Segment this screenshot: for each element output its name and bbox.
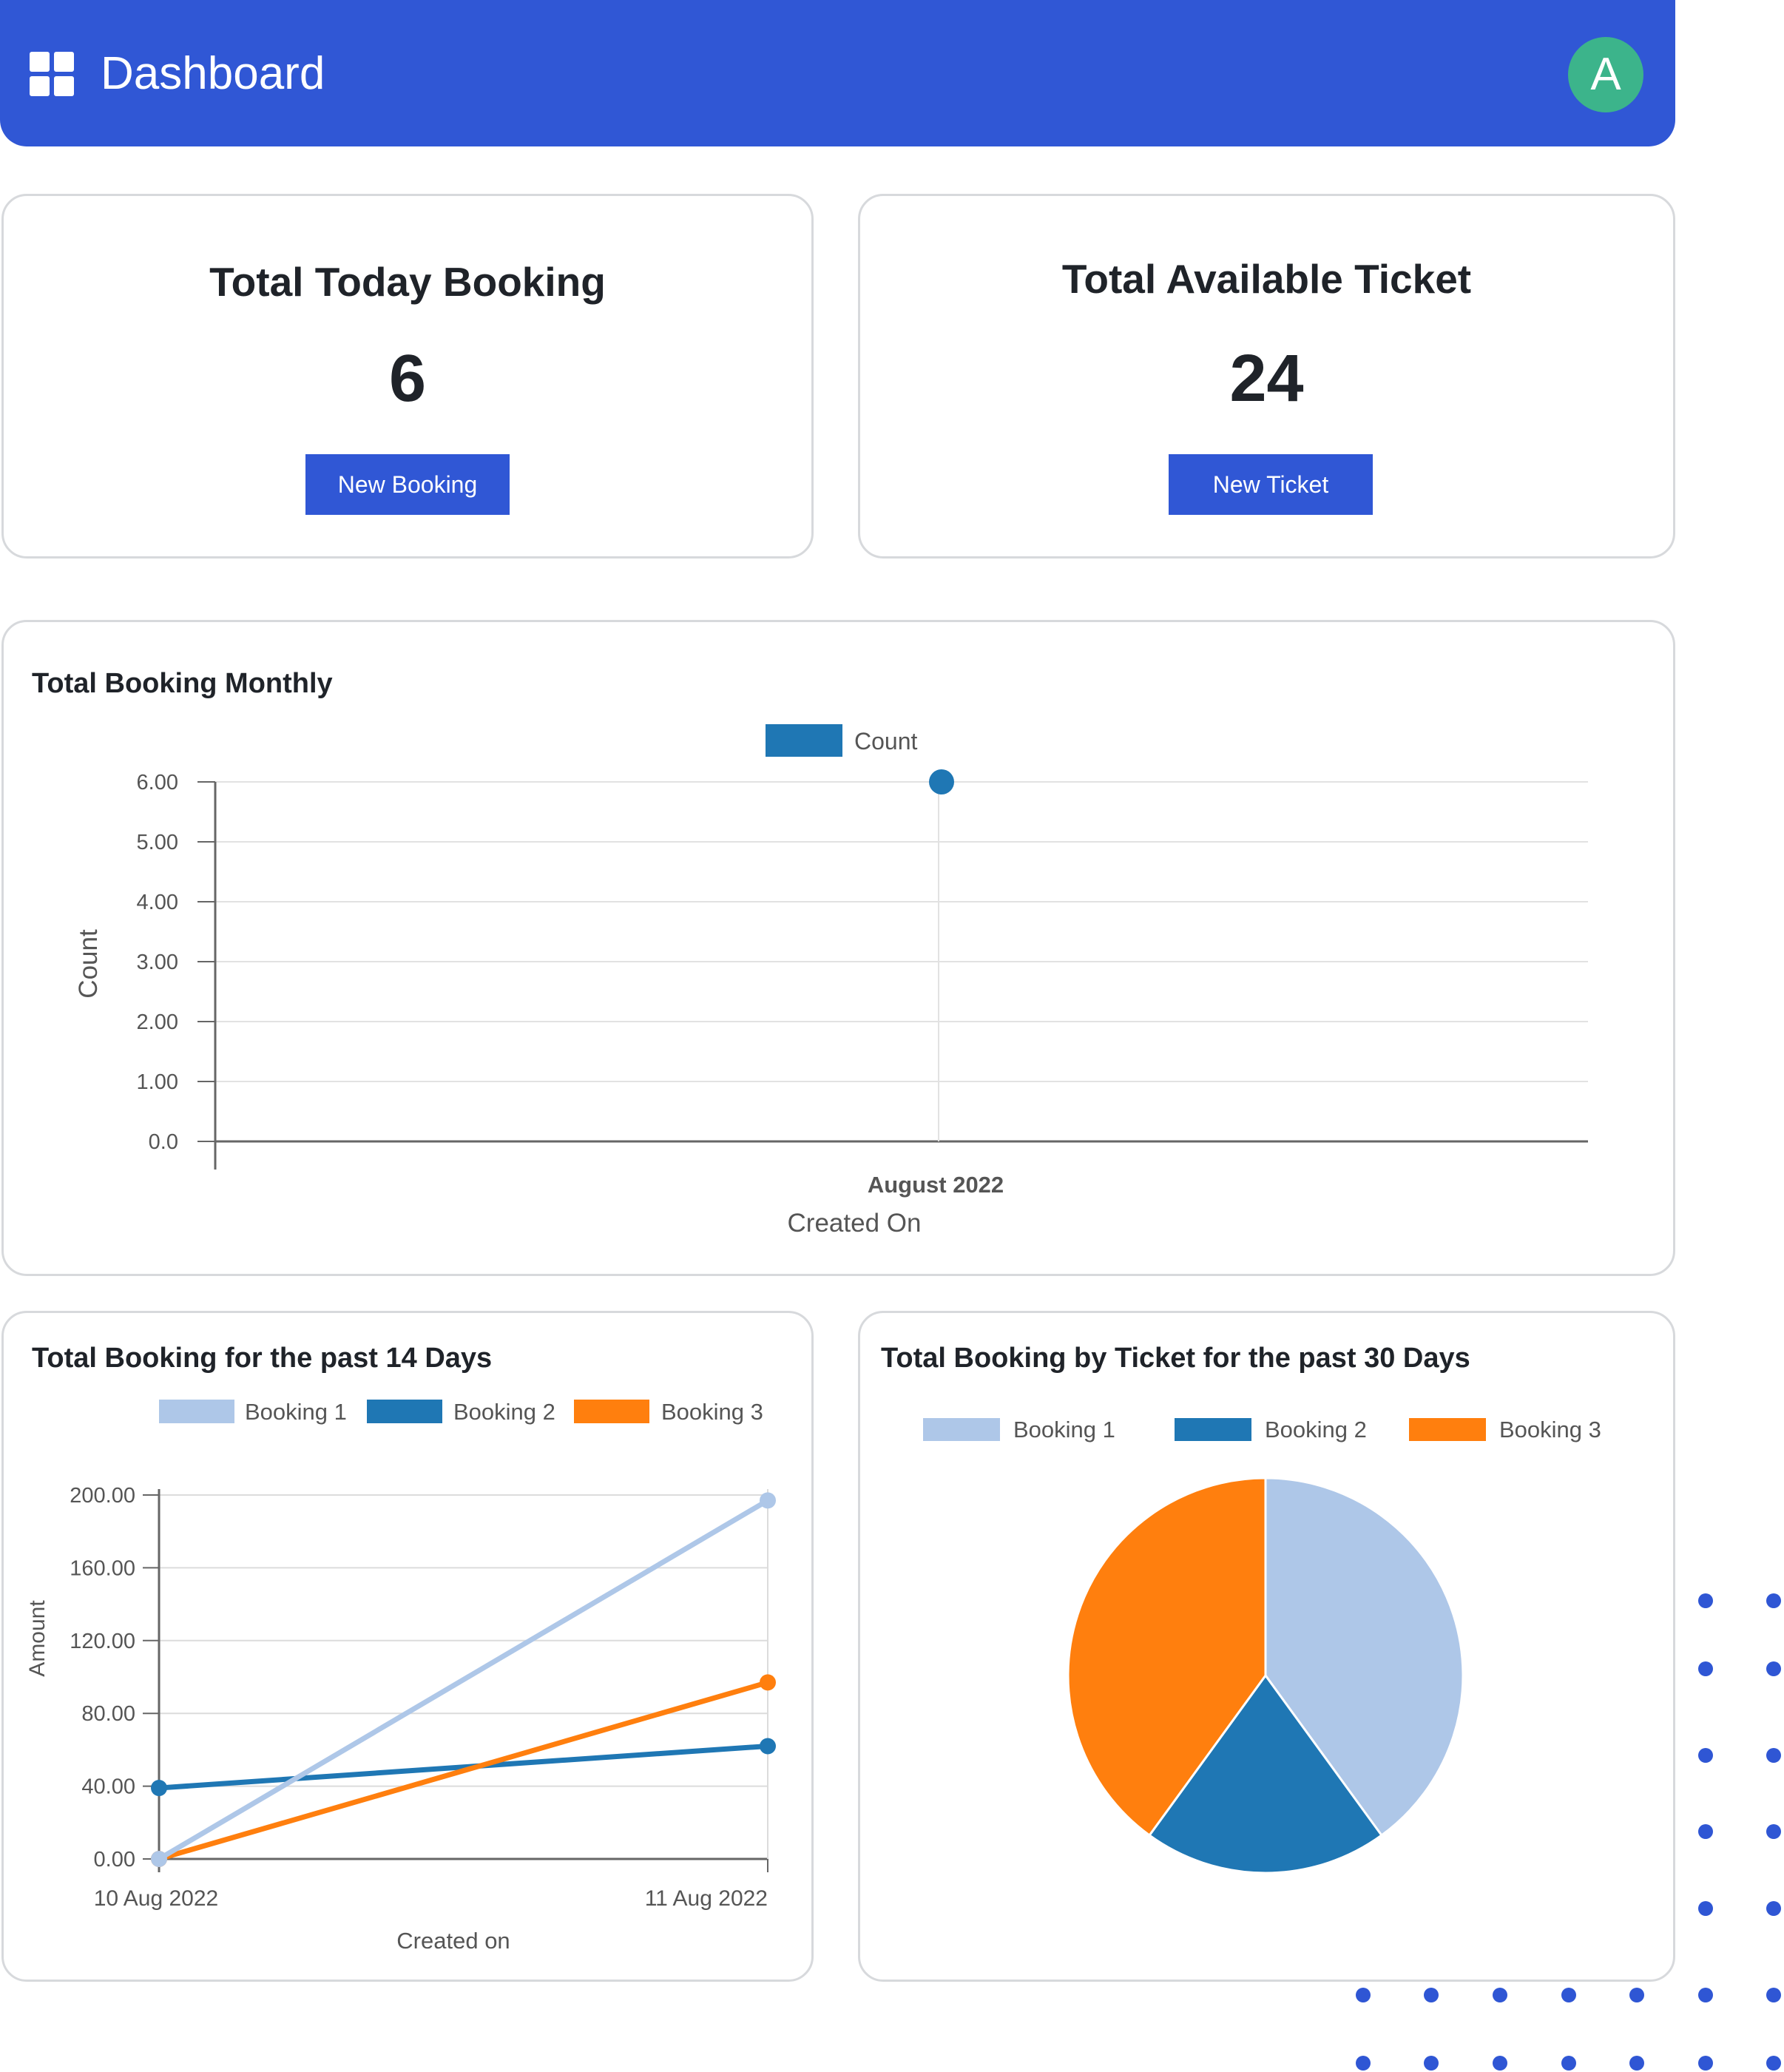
- past-14-days-chart: 0.00 40.00 80.00 120.00 160.00 200.00 10 Aug 2…: [25, 1399, 776, 1954]
- y-tick-label: 200.00: [70, 1484, 135, 1508]
- y-tick-label: 4.00: [137, 891, 178, 914]
- decorative-dot: [1561, 2056, 1576, 2071]
- y-tick-label: 160.00: [70, 1556, 135, 1580]
- data-point: [929, 769, 954, 794]
- legend-swatch: [159, 1400, 234, 1423]
- decorative-dot: [1698, 1748, 1713, 1763]
- y-tick-label: 1.00: [137, 1070, 178, 1094]
- x-axis-label: Created on: [396, 1928, 510, 1954]
- y-tick-label: 80.00: [81, 1702, 135, 1726]
- stat-title: Total Available Ticket: [1061, 256, 1472, 302]
- y-tick-label: 40.00: [81, 1775, 135, 1799]
- data-point: [151, 1851, 167, 1867]
- decorative-dot: [1698, 1661, 1713, 1676]
- series-line: [158, 1743, 768, 1791]
- stat-title: Total Today Booking: [209, 259, 606, 305]
- y-tick-label: 120.00: [70, 1630, 135, 1653]
- decorative-dot: [1766, 1748, 1781, 1763]
- monthly-booking-chart: 0.0 1.00 2.00 3.00 4.00 5.00 6.00 August 2022 Cr…: [74, 724, 1588, 1238]
- y-axis-label: Amount: [25, 1600, 50, 1677]
- decorative-dot: [1629, 1988, 1644, 2002]
- legend-label: Booking 1: [245, 1399, 347, 1425]
- decorative-dot: [1766, 1824, 1781, 1839]
- decorative-dot: [1766, 1988, 1781, 2002]
- decorative-dot: [1698, 1824, 1713, 1839]
- stat-value: 24: [1229, 342, 1304, 416]
- legend-label: Booking 3: [661, 1399, 763, 1425]
- legend-swatch: [574, 1400, 649, 1423]
- decorative-dot: [1356, 1988, 1371, 2002]
- app-header: Dashboard A: [0, 0, 1675, 146]
- legend-swatch: [1409, 1418, 1486, 1441]
- new-booking-button[interactable]: New Booking: [305, 454, 510, 515]
- legend-label: Booking 3: [1499, 1417, 1601, 1442]
- decorative-dot: [1698, 2056, 1713, 2071]
- stat-value: 6: [388, 342, 427, 416]
- decorative-dot: [1766, 2056, 1781, 2071]
- y-tick-label: 0.00: [94, 1848, 135, 1872]
- series-line: [158, 1498, 769, 1862]
- decorative-dot: [1698, 1901, 1713, 1916]
- decorative-dot: [1561, 1988, 1576, 2002]
- y-tick-label: 3.00: [137, 951, 178, 974]
- grid-icon[interactable]: [30, 52, 74, 96]
- y-tick-label: 5.00: [137, 831, 178, 854]
- legend-swatch: [923, 1418, 1000, 1441]
- monthly-booking-card: Total Booking Monthly 0.0 1.00 2.00 3.00 4.0…: [1, 620, 1675, 1276]
- data-point: [760, 1738, 776, 1755]
- avatar[interactable]: A: [1568, 37, 1643, 112]
- legend-swatch: [1175, 1418, 1251, 1441]
- legend-label: Booking 2: [1265, 1417, 1367, 1442]
- data-point: [151, 1780, 167, 1797]
- legend-swatch: [367, 1400, 442, 1423]
- decorative-dot: [1766, 1901, 1781, 1916]
- x-axis-label: Created On: [788, 1209, 922, 1238]
- legend-label: Booking 2: [453, 1399, 555, 1425]
- decorative-dot: [1766, 1661, 1781, 1676]
- decorative-dot: [1424, 1988, 1439, 2002]
- decorative-dot: [1766, 1593, 1781, 1608]
- series-line: [158, 1680, 768, 1862]
- decorative-dot: [1424, 2056, 1439, 2071]
- data-point: [760, 1492, 776, 1509]
- legend-swatch: [766, 724, 842, 757]
- x-tick-label: August 2022: [868, 1172, 1004, 1198]
- y-tick-label: 2.00: [137, 1010, 178, 1034]
- y-axis-label: Count: [74, 929, 103, 999]
- legend-label: Booking 1: [1013, 1417, 1115, 1442]
- new-ticket-button[interactable]: New Ticket: [1169, 454, 1373, 515]
- stat-card-today-booking: Total Today Booking 6 New Booking: [1, 194, 814, 559]
- decorative-dot: [1629, 2056, 1644, 2071]
- decorative-dot: [1356, 2056, 1371, 2071]
- y-tick-label: 0.0: [149, 1130, 178, 1154]
- stat-card-available-ticket: Total Available Ticket 24 New Ticket: [858, 194, 1675, 559]
- past-30-days-pie-chart: Booking 1 Booking 2 Booking 3: [923, 1417, 1601, 1874]
- decorative-dot: [1493, 1988, 1507, 2002]
- decorative-dot: [1698, 1988, 1713, 2002]
- y-tick-label: 6.00: [137, 771, 178, 794]
- past-14-days-card: Total Booking for the past 14 Days 0.00 4…: [1, 1311, 814, 1982]
- x-tick-label: 11 Aug 2022: [645, 1886, 768, 1911]
- past-30-days-card: Total Booking by Ticket for the past 30 …: [858, 1311, 1675, 1982]
- data-point: [760, 1674, 776, 1691]
- legend-label: Count: [854, 728, 918, 755]
- x-tick-label: 10 Aug 2022: [94, 1886, 219, 1911]
- decorative-dot: [1698, 1593, 1713, 1608]
- page-title: Dashboard: [101, 48, 325, 99]
- decorative-dot: [1493, 2056, 1507, 2071]
